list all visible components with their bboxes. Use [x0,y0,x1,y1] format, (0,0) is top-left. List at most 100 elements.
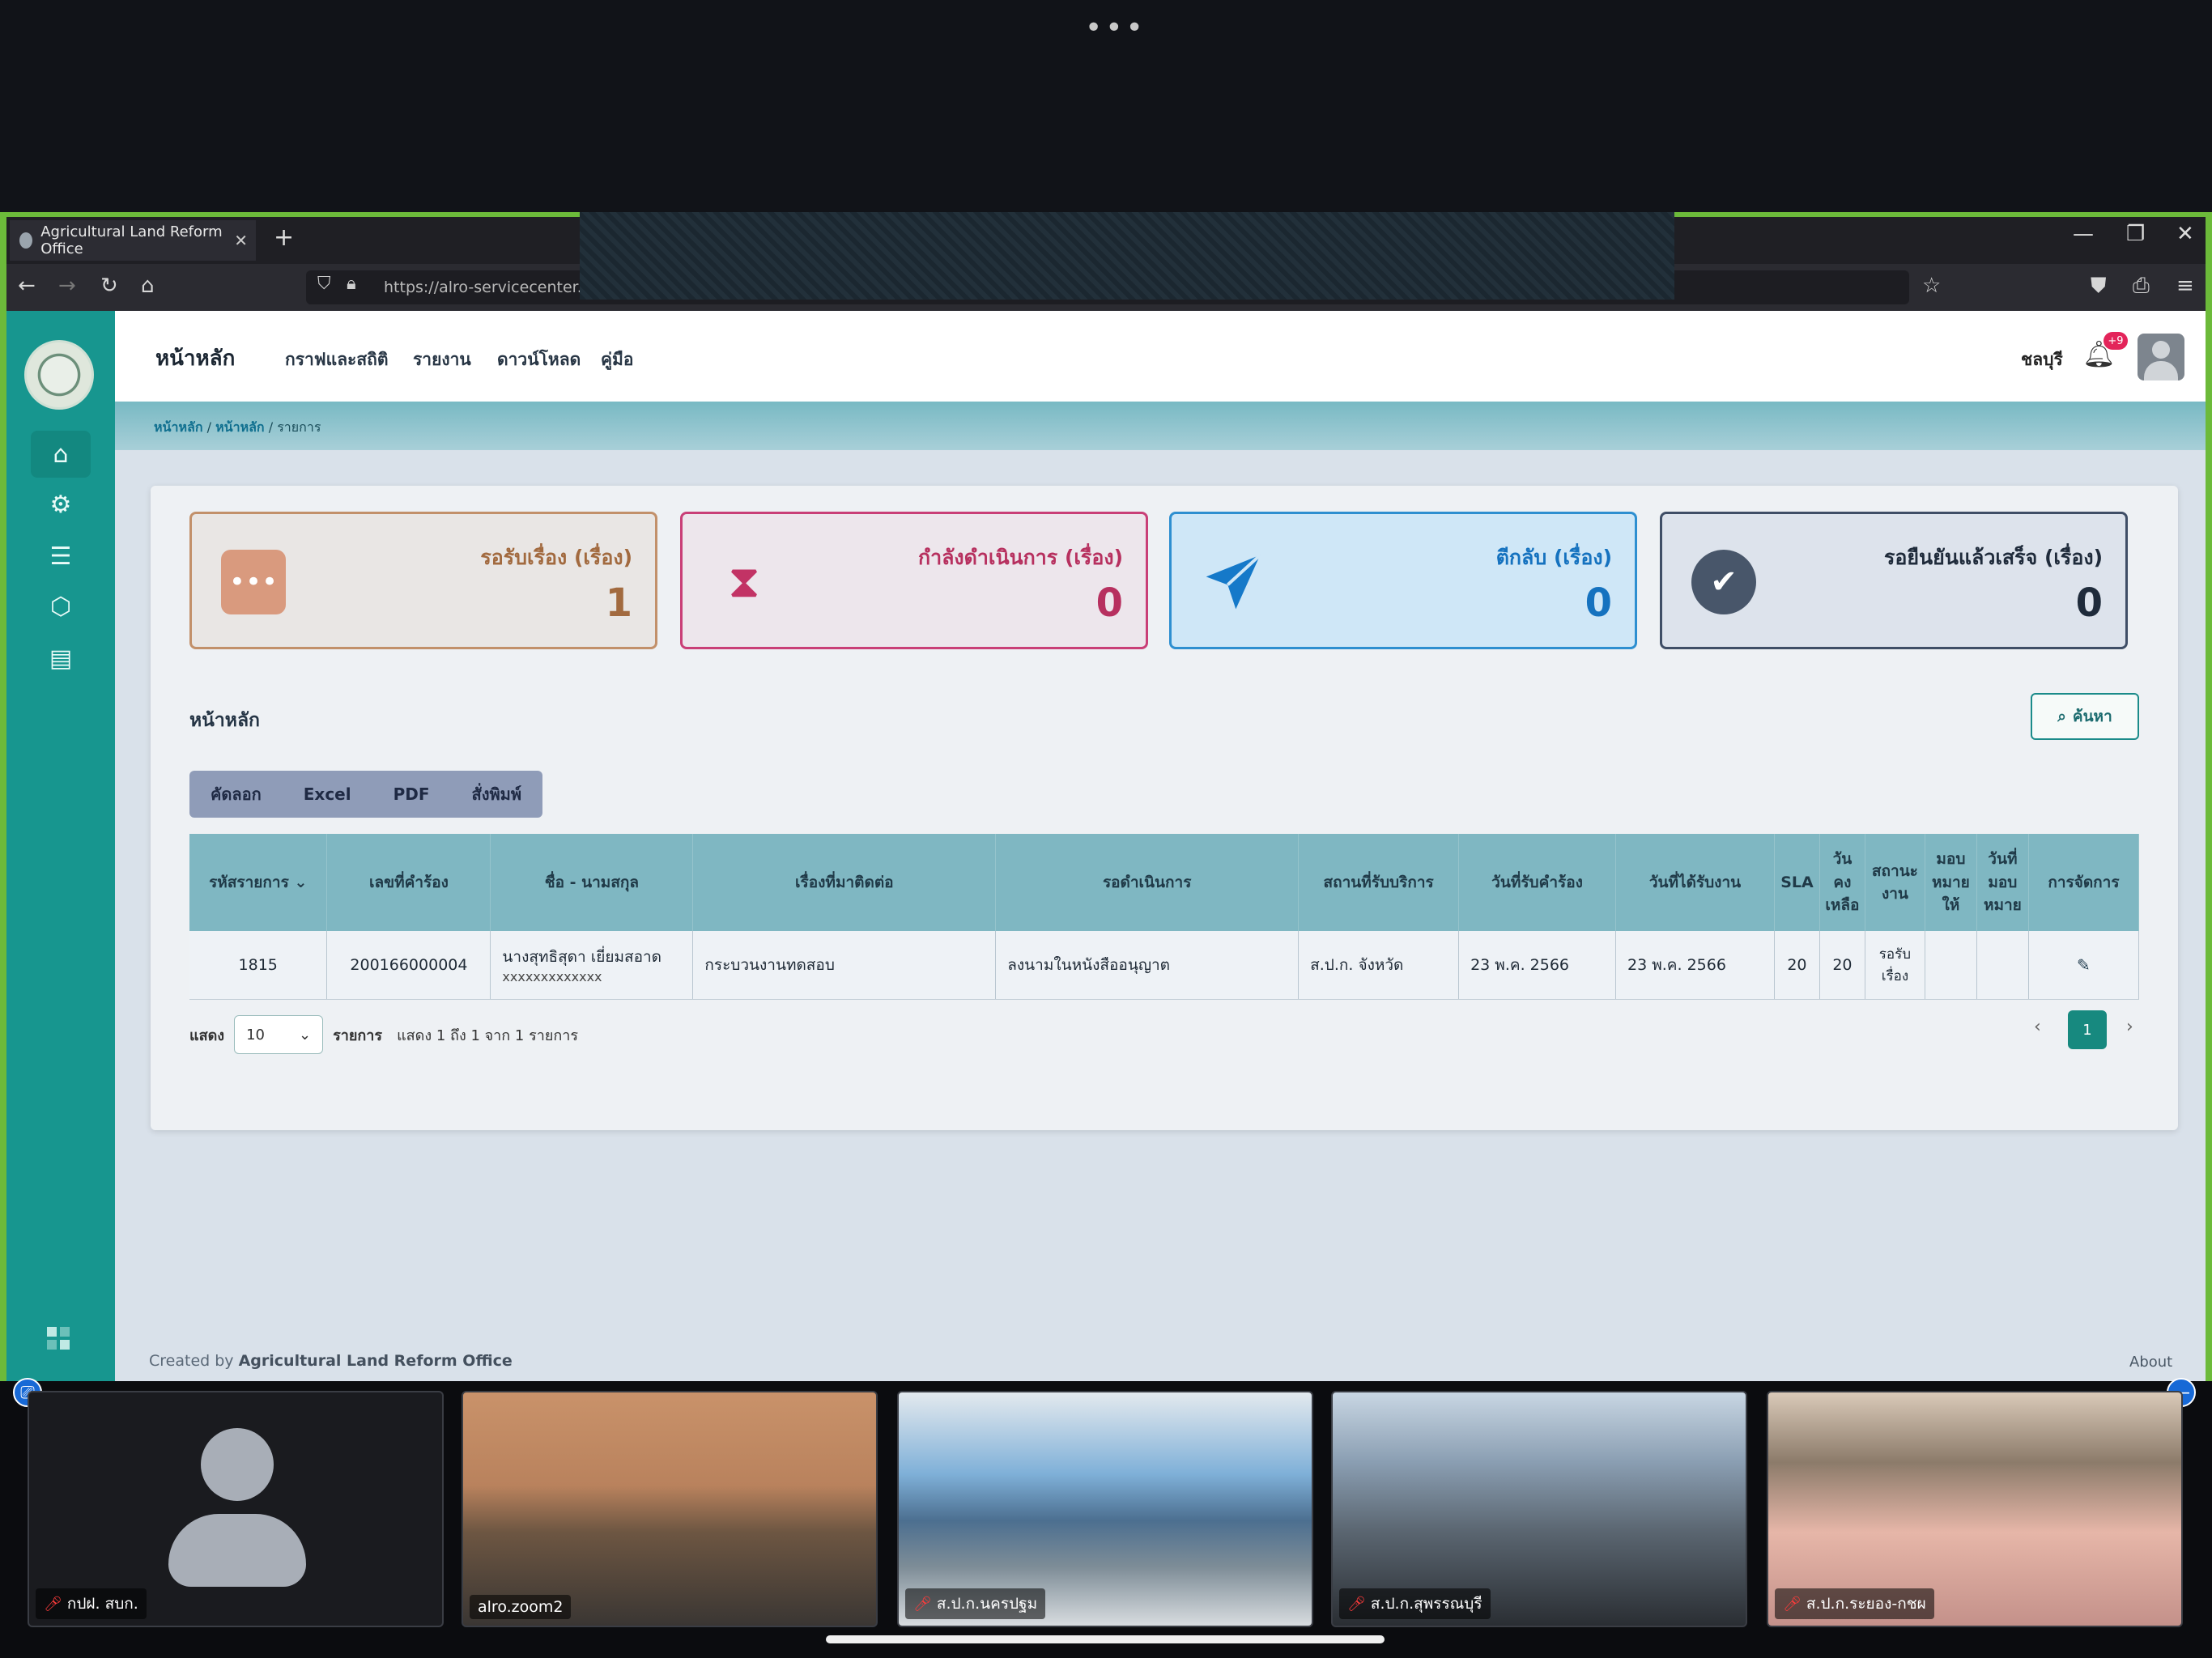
participant-name: ส.ป.ก.ระยอง-กชผ [1806,1595,1926,1613]
new-tab-icon[interactable]: + [274,223,294,252]
section-title: หน้าหลัก [189,710,260,731]
stat-card-returned[interactable]: ตีกลับ (เรื่อง) 0 [1169,512,1637,649]
page-1-button[interactable]: 1 [2068,1010,2107,1049]
name-text: นางสุทธิสุดา เยี่ยมสอาด [502,948,662,967]
participant-tile[interactable]: 🎤︎ ส.ป.ก.ระยอง-กชผ [1767,1391,2183,1627]
pdf-button[interactable]: PDF [372,771,451,818]
col-assigned-date[interactable]: วันที่ได้รับงาน [1615,834,1775,931]
col-id[interactable]: รหัสรายการ ⌄ [189,834,328,931]
url-text: https://alro-servicecenter.alro [384,278,611,296]
user-location: ชลบุรี [2021,350,2063,369]
menu-manual[interactable]: คู่มือ [601,346,634,373]
cell-place: ส.ป.ก. จังหวัด [1298,931,1460,1000]
participant-name: ส.ป.ก.นครปฐม [936,1595,1038,1613]
stat-value: 0 [1095,580,1123,626]
user-avatar[interactable] [2138,334,2184,380]
cell-assigned-on [1976,931,2029,1000]
next-page-button[interactable]: › [2126,1017,2133,1037]
prev-page-button[interactable]: ‹ [2034,1017,2041,1037]
about-link[interactable]: About [2129,1354,2172,1371]
col-status[interactable]: สถานะ งาน [1865,834,1925,931]
chevron-down-icon: ⌄ [298,1026,312,1044]
close-window-icon[interactable]: ✕ [2176,222,2194,246]
stat-label: ตีกลับ (เรื่อง) [1495,546,1612,569]
pocket-icon[interactable]: ⛊ [2091,274,2107,299]
bookmark-star-icon[interactable]: ☆ [1922,274,1941,298]
sidebar-document-icon[interactable]: ▤ [31,635,91,682]
breadcrumb-main[interactable]: หน้าหลัก [215,419,265,435]
cell-sla: 20 [1774,931,1820,1000]
stat-card-in-progress[interactable]: ⧗ กำลังดำเนินการ (เรื่อง) 0 [680,512,1148,649]
cell-request-no: 200166000004 [326,931,491,1000]
menu-graphs-stats[interactable]: กราฟและสถิติ [285,346,389,373]
show-label: แสดง [189,1027,225,1044]
participant-tile[interactable]: 🎤︎ ส.ป.ก.สุพรรณบุรี [1331,1391,1747,1627]
cell-id: 1815 [189,931,328,1000]
cell-pending: ลงนามในหนังสืออนุญาต [995,931,1300,1000]
more-options-icon[interactable]: ••• [1085,11,1146,45]
sidebar-server-icon[interactable]: ☰ [31,533,91,580]
sidebar-grid-icon[interactable] [47,1327,71,1351]
cell-actions: ✎ [2028,931,2140,1000]
sidebar-home-icon[interactable]: ⌂ [31,431,91,478]
restore-icon[interactable]: ❐ [2126,222,2145,246]
sidebar-box-icon[interactable]: ⬡ [31,583,91,630]
alro-logo[interactable] [24,340,94,410]
col-received[interactable]: วันที่รับคำร้อง [1458,834,1617,931]
binoculars-icon: ⌕ [2057,708,2066,725]
participant-name: กปฝ. สบก. [66,1595,138,1613]
shield-icon[interactable]: ⛉ [317,274,331,294]
col-subject[interactable]: เรื่องที่มาติดต่อ [692,834,997,931]
edit-pencil-icon[interactable]: ✎ [2077,955,2091,975]
copy-button[interactable]: คัดลอก [189,771,283,818]
back-icon[interactable]: ← [18,274,36,298]
mic-muted-icon: 🎤︎ [913,1595,932,1613]
home-icon[interactable]: ⌂ [141,274,155,298]
menu-reports[interactable]: รายงาน [413,346,471,373]
participant-tile[interactable]: 🎤︎ ส.ป.ก.นครปฐม [897,1391,1313,1627]
close-tab-icon[interactable]: ✕ [234,231,248,250]
breadcrumb-current: รายการ [277,419,321,435]
participant-tile[interactable]: alro.zoom2 [462,1391,878,1627]
forward-icon[interactable]: → [58,274,76,298]
print-icon[interactable]: ⎙ [2133,274,2150,299]
stat-card-awaiting-confirm[interactable]: ✔ รอยืนยันแล้วเสร็จ (เรื่อง) 0 [1660,512,2128,649]
reload-icon[interactable]: ↻ [100,274,118,298]
col-actions[interactable]: การจัดการ [2028,834,2140,931]
mic-muted-icon: 🎤︎ [1347,1595,1366,1613]
col-assigned-to[interactable]: มอบ หมาย ให้ [1925,834,1977,931]
lock-icon: 🔒︎ [347,274,356,294]
sidebar: ⌂ ⚙ ☰ ⬡ ▤ [6,311,115,1397]
table-row[interactable]: 1815 200166000004 นางสุทธิสุดา เยี่ยมสอา… [189,931,2140,1000]
stat-card-pending-receive[interactable]: ••• รอรับเรื่อง (เรื่อง) 1 [189,512,657,649]
col-name[interactable]: ชื่อ - นามสกุล [490,834,694,931]
excel-button[interactable]: Excel [283,771,372,818]
video-participant-strip: ⎚ — 🎤︎กปฝ. สบก. alro.zoom2 🎤︎ส.ป.ก.นครปฐ… [0,1378,2212,1658]
col-assigned-on[interactable]: วันที่ มอบ หมาย [1976,834,2029,931]
col-days-left[interactable]: วัน คง เหลือ [1819,834,1865,931]
cell-days-left: 20 [1819,931,1865,1000]
stat-value: 0 [2075,580,2103,626]
brand-title[interactable]: หน้าหลัก [155,342,235,375]
menu-download[interactable]: ดาวน์โหลด [497,346,581,373]
pager-summary: แสดง 1 ถึง 1 จาก 1 รายการ [397,1027,579,1044]
items-label: รายการ [333,1027,383,1044]
home-indicator[interactable] [826,1635,1385,1643]
web-page: ⌂ ⚙ ☰ ⬡ ▤ หน้าหลัก กราฟและสถิติ รายงาน ด… [6,311,2206,1397]
sidebar-settings-icon[interactable]: ⚙ [31,481,91,528]
col-request-no[interactable]: เลขที่คำร้อง [326,834,491,931]
name-sub-text: xxxxxxxxxxxxx [502,969,602,985]
hamburger-menu-icon[interactable]: ≡ [2176,274,2194,298]
col-place[interactable]: สถานที่รับบริการ [1298,834,1460,931]
sort-chevron-icon: ⌄ [294,873,308,891]
cell-status: รอรับ เรื่อง [1865,931,1925,1000]
print-button[interactable]: สั่งพิมพ์ [451,771,543,818]
search-button[interactable]: ⌕ ค้นหา [2031,693,2139,740]
participant-tile[interactable]: 🎤︎ กปฝ. สบก. [28,1391,444,1627]
col-pending[interactable]: รอดำเนินการ [995,834,1300,931]
col-sla[interactable]: SLA [1774,834,1820,931]
page-size-select[interactable]: 10 ⌄ [234,1015,324,1054]
minimize-icon[interactable]: — [2073,222,2094,246]
browser-tab[interactable]: Agricultural Land Reform Office ✕ [10,220,256,261]
breadcrumb-home[interactable]: หน้าหลัก [154,419,203,435]
